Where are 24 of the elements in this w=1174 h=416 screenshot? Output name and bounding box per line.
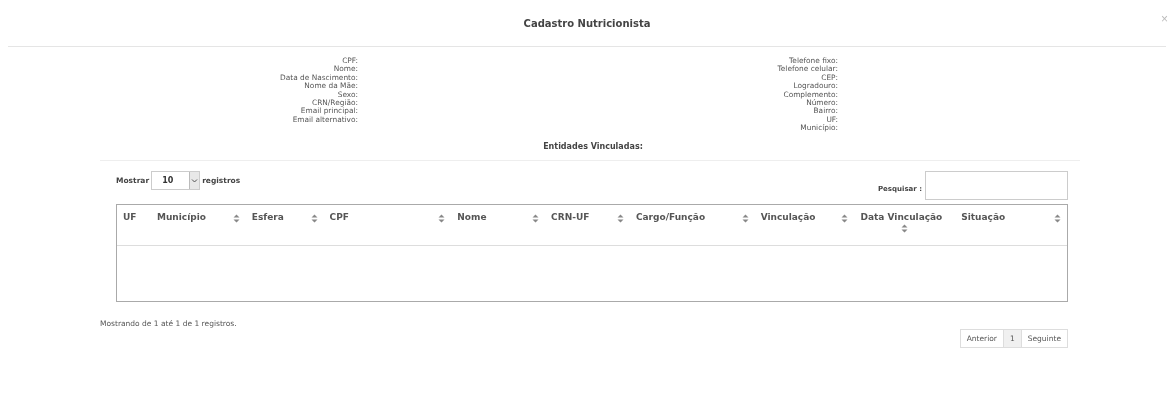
column-header[interactable]: Município bbox=[150, 204, 246, 245]
column-header[interactable]: CRN-UF bbox=[545, 204, 630, 245]
sort-icon bbox=[901, 223, 909, 233]
caret-icon bbox=[189, 171, 200, 189]
page-length-select[interactable]: 10 bbox=[151, 170, 201, 190]
column-header: UF bbox=[122, 210, 138, 224]
section-title: Entidades Vinculadas: bbox=[543, 141, 643, 151]
sort-icon bbox=[741, 213, 749, 223]
sort-icon bbox=[438, 213, 446, 223]
column-header[interactable]: Cargo/Função bbox=[629, 204, 755, 245]
sort-icon bbox=[532, 213, 540, 223]
column-header[interactable]: Esfera bbox=[245, 204, 324, 245]
column-header[interactable]: Data Vinculação bbox=[854, 204, 956, 245]
modal-title: Cadastro Nutricionista bbox=[523, 17, 651, 29]
sort-icon bbox=[841, 213, 849, 223]
column-header[interactable]: Nome bbox=[451, 204, 546, 245]
sort-icon bbox=[616, 213, 624, 223]
search-field[interactable] bbox=[925, 170, 1068, 200]
column-header[interactable]: Vinculação bbox=[754, 204, 855, 245]
column-header[interactable]: CPF bbox=[323, 204, 452, 245]
column-header[interactable]: Situação bbox=[955, 204, 1067, 245]
sort-icon bbox=[1054, 213, 1061, 223]
sort-icon bbox=[232, 213, 240, 223]
sort-icon bbox=[310, 213, 318, 223]
